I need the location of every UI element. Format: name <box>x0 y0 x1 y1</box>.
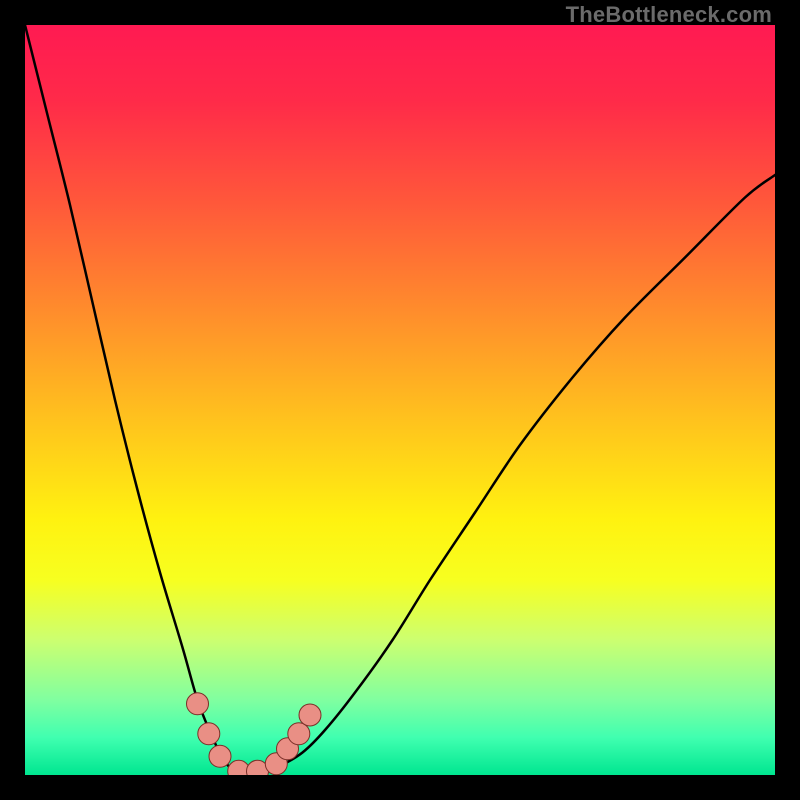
curve-markers <box>187 693 322 775</box>
curve-marker <box>187 693 209 715</box>
bottleneck-curve <box>25 25 775 775</box>
chart-frame <box>25 25 775 775</box>
chart-overlay <box>25 25 775 775</box>
curve-marker <box>288 723 310 745</box>
watermark-text: TheBottleneck.com <box>566 2 772 28</box>
curve-marker <box>209 745 231 767</box>
curve-marker <box>299 704 321 726</box>
curve-marker <box>198 723 220 745</box>
